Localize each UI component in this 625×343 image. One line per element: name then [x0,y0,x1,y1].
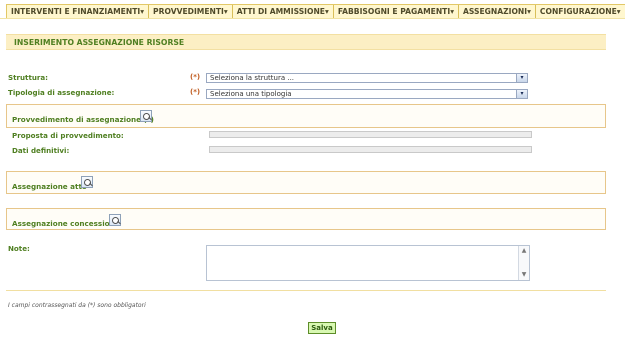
tipologia-label: Tipologia di assegnazione: [8,88,115,97]
chevron-down-icon[interactable]: ▾ [516,74,527,82]
provvedimento-title: Provvedimento di assegnazione (*) [12,115,154,124]
tipologia-select[interactable]: Seleziona una tipologia ▾ [206,89,528,99]
struttura-select-value: Seleziona la struttura ... [210,74,295,82]
search-icon[interactable] [140,110,152,122]
tipologia-required-marker: (*) [190,88,201,96]
menu-provvedimenti[interactable]: PROVVEDIMENTI▾ [149,5,233,18]
scroll-up-icon[interactable]: ▲ [519,247,529,255]
search-icon[interactable] [81,176,93,188]
menu-label: FABBISOGNI E PAGAMENTI [337,7,451,16]
tipologia-select-value: Seleziona una tipologia [210,90,292,98]
dati-definitivi-field [209,146,532,153]
proposta-provvedimento-field [209,131,532,138]
scroll-down-icon[interactable]: ▼ [519,271,529,279]
dati-definitivi-label: Dati definitivi: [12,146,70,155]
chevron-down-icon: ▾ [450,7,454,16]
save-button[interactable]: Salva [308,322,336,334]
search-icon[interactable] [109,214,121,226]
menu-fabbisogni-pagamenti[interactable]: FABBISOGNI E PAGAMENTI▾ [334,5,459,18]
menu-configurazione[interactable]: CONFIGURAZIONE▾ [536,5,625,18]
assegnazione-concessione-title: Assegnazione concessione [12,219,120,228]
struttura-label: Struttura: [8,73,49,82]
assegnazione-atto-title: Assegnazione atto [12,182,87,191]
struttura-required-marker: (*) [190,73,201,81]
main-menu: INTERVENTI E FINANZIAMENTI▾ PROVVEDIMENT… [6,4,625,19]
chevron-down-icon: ▾ [616,7,621,16]
assegnazione-concessione-panel: Assegnazione concessione [6,208,606,230]
menu-label: ATTI DI AMMISSIONE [236,7,325,16]
menu-assegnazioni[interactable]: ASSEGNAZIONI▾ [459,5,536,18]
menu-label: INTERVENTI E FINANZIAMENTI [11,7,141,16]
chevron-down-icon: ▾ [527,7,531,16]
menu-label: CONFIGURAZIONE [539,7,617,16]
menu-interventi-finanziamenti[interactable]: INTERVENTI E FINANZIAMENTI▾ [7,5,150,18]
required-fields-note: I campi contrassegnati da (*) sono obbli… [8,302,146,309]
footer-divider [6,290,606,291]
chevron-down-icon: ▾ [223,7,228,16]
menu-label: ASSEGNAZIONI [463,7,528,16]
chevron-down-icon: ▾ [325,7,329,16]
page-title: INSERIMENTO ASSEGNAZIONE RISORSE [6,34,606,50]
note-label: Note: [8,244,30,253]
chevron-down-icon: ▾ [140,7,145,16]
struttura-select[interactable]: Seleziona la struttura ... ▾ [206,73,528,83]
menu-divider [0,18,625,19]
assegnazione-atto-panel: Assegnazione atto [6,171,606,194]
proposta-provvedimento-label: Proposta di provvedimento: [12,131,124,140]
menu-atti-ammissione[interactable]: ATTI DI AMMISSIONE▾ [233,5,334,18]
chevron-down-icon[interactable]: ▾ [516,90,527,98]
note-scrollbar[interactable]: ▲ ▼ [518,246,529,280]
note-textarea[interactable]: ▲ ▼ [206,245,530,281]
menu-label: PROVVEDIMENTI [153,7,224,16]
provvedimento-panel: Provvedimento di assegnazione (*) [6,104,606,128]
